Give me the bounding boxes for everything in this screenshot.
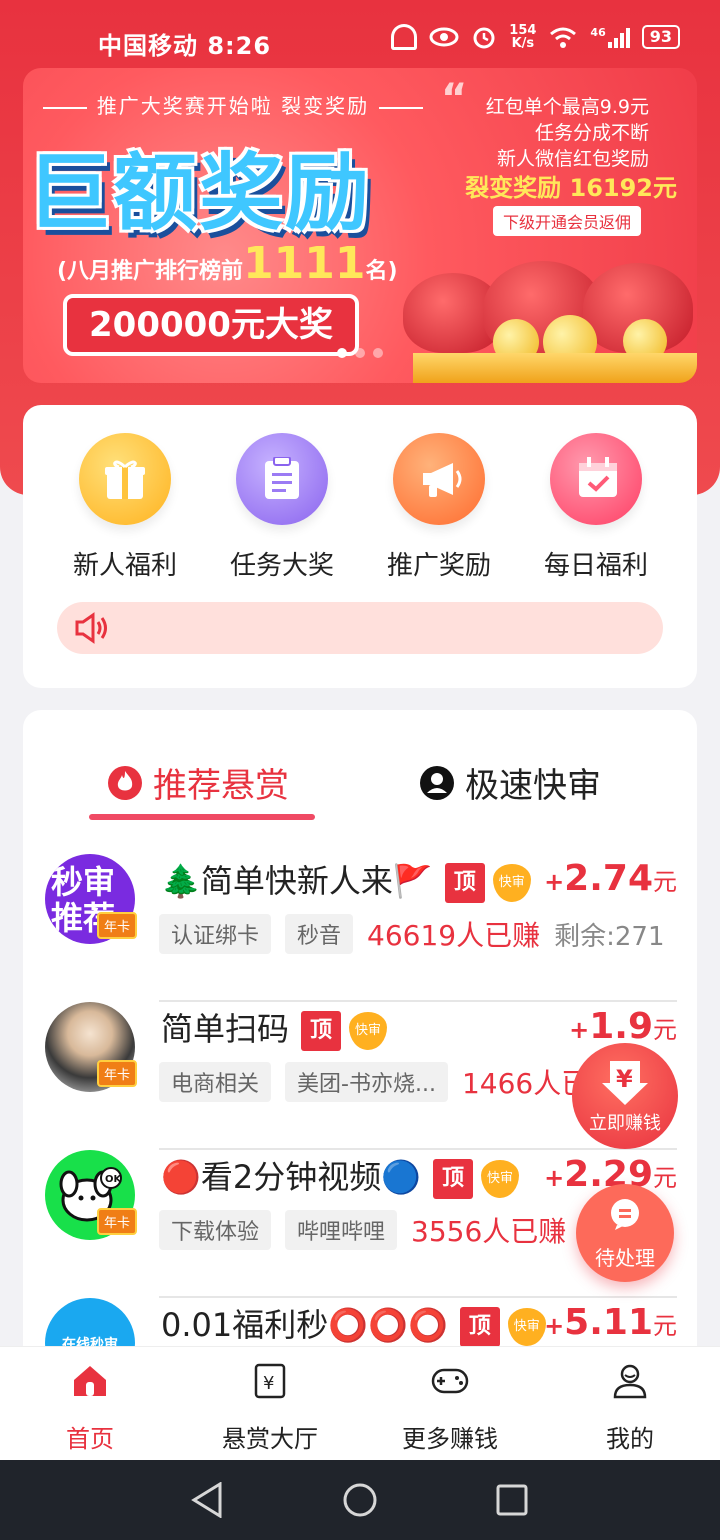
task-tags: 下载体验 哔哩哔哩 3556人已赚 bbox=[159, 1210, 566, 1250]
system-navigation-bar bbox=[0, 1460, 720, 1540]
svg-text:¥: ¥ bbox=[616, 1065, 633, 1093]
nav-bounty-hall[interactable]: ¥ 悬赏大厅 bbox=[180, 1359, 360, 1454]
gift-icon bbox=[79, 433, 171, 525]
home-icon bbox=[0, 1359, 180, 1403]
tab-fast-review[interactable]: 极速快审 bbox=[419, 758, 601, 807]
gold-stage bbox=[413, 353, 697, 383]
tab-recommended[interactable]: 推荐悬赏 bbox=[107, 758, 289, 807]
svg-text:OK: OK bbox=[105, 1174, 123, 1185]
carousel-dot[interactable] bbox=[373, 348, 383, 358]
net-type: 46 bbox=[590, 25, 606, 39]
banner-commission-button[interactable]: 下级开通会员返佣 bbox=[492, 206, 641, 236]
fast-review-tag: 快审 bbox=[507, 1308, 546, 1346]
task-title: 简单扫码顶快审 bbox=[161, 1004, 388, 1051]
carousel-dot[interactable] bbox=[337, 348, 347, 358]
bounty-hall-icon: ¥ bbox=[180, 1359, 360, 1403]
task-tags: 电商相关 美团-书亦烧... 1466人已赚 bbox=[159, 1062, 617, 1102]
battery-indicator: 93 bbox=[641, 25, 680, 49]
megaphone-icon bbox=[393, 433, 485, 525]
task-row[interactable]: 秒审推荐 年卡 🌲简单快新人来🚩 顶快审 +2.74元 认证绑卡 秒音 46619… bbox=[45, 854, 677, 1002]
speaker-icon bbox=[75, 612, 107, 644]
quick-menu-card: 新人福利 任务大奖 推广奖励 每日福利 bbox=[23, 405, 697, 688]
home-button-icon[interactable] bbox=[342, 1482, 378, 1518]
task-chip: 电商相关 bbox=[159, 1062, 272, 1102]
fast-review-tag: 快审 bbox=[492, 864, 531, 902]
quick-item-daily[interactable]: 每日福利 bbox=[536, 433, 656, 582]
task-chip: 认证绑卡 bbox=[159, 914, 272, 954]
promo-banner[interactable]: 推广大奖赛开始啦 裂变奖励 巨额奖励 (八月推广排行榜前1111名) 20000… bbox=[23, 68, 697, 383]
top-tag: 顶 bbox=[433, 1159, 474, 1199]
fast-review-tag: 快审 bbox=[481, 1160, 520, 1198]
notice-bar[interactable] bbox=[57, 602, 663, 654]
banner-line-1: 红包单个最高9.9元 bbox=[485, 96, 649, 118]
net-speed: 154 K/s bbox=[509, 23, 537, 51]
flame-icon bbox=[108, 765, 142, 800]
banner-highlight: 裂变奖励 16192元 bbox=[465, 174, 677, 202]
task-title: 🔴看2分钟视频🔵 顶快审 bbox=[161, 1152, 520, 1199]
banner-line-2: 任务分成不断 bbox=[534, 122, 649, 144]
task-earned-count: 46619人已赚 bbox=[367, 919, 541, 952]
task-chip: 美团-书亦烧... bbox=[285, 1062, 448, 1102]
banner-prize: 200000元大奖 bbox=[63, 294, 359, 356]
wifi-icon bbox=[550, 27, 577, 48]
profile-icon bbox=[540, 1359, 720, 1403]
quick-item-promotion[interactable]: 推广奖励 bbox=[379, 433, 499, 582]
recents-icon[interactable] bbox=[496, 1482, 528, 1518]
task-chip: 下载体验 bbox=[159, 1210, 272, 1250]
task-price: +1.9元 bbox=[569, 1006, 677, 1047]
task-earned-count: 3556人已赚 bbox=[411, 1215, 567, 1248]
gamepad-icon bbox=[360, 1359, 540, 1403]
task-tags: 认证绑卡 秒音 46619人已赚 剩余:271 bbox=[159, 914, 665, 954]
alarm-icon bbox=[473, 27, 495, 49]
carousel-dot[interactable] bbox=[355, 348, 365, 358]
top-tag: 顶 bbox=[459, 1307, 500, 1347]
year-card-badge: 年卡 bbox=[97, 912, 138, 939]
task-price: +2.74元 bbox=[544, 858, 677, 899]
task-title: 🌲简单快新人来🚩 顶快审 bbox=[161, 856, 531, 903]
status-icons: 154 K/s 46 93 bbox=[391, 24, 680, 50]
carrier-time: 中国移动 8:26 bbox=[98, 32, 272, 60]
clipboard-icon bbox=[236, 433, 328, 525]
top-tag: 顶 bbox=[301, 1011, 342, 1051]
quote-mark-icon: “ bbox=[441, 76, 468, 122]
bottom-navigation: 首页 ¥ 悬赏大厅 更多赚钱 我的 bbox=[0, 1346, 720, 1460]
task-chip: 哔哩哔哩 bbox=[285, 1210, 398, 1250]
year-card-badge: 年卡 bbox=[97, 1060, 138, 1087]
task-title: 0.01福利秒⭕⭕⭕ 顶快审 bbox=[161, 1300, 546, 1347]
eye-icon bbox=[429, 27, 459, 47]
speedometer-icon bbox=[391, 24, 418, 50]
nav-more-earnings[interactable]: 更多赚钱 bbox=[360, 1359, 540, 1454]
banner-rank: (八月推广排行榜前1111名) bbox=[57, 238, 398, 289]
pending-button[interactable]: 待处理 bbox=[576, 1184, 674, 1282]
status-bar: 中国移动 8:26 154 K/s 46 93 bbox=[0, 0, 720, 68]
calendar-check-icon bbox=[550, 433, 642, 525]
nav-home[interactable]: 首页 bbox=[0, 1359, 180, 1454]
yen-download-icon: ¥ bbox=[602, 1061, 648, 1105]
carousel-dots[interactable] bbox=[337, 348, 383, 358]
earn-now-button[interactable]: ¥ 立即赚钱 bbox=[572, 1043, 678, 1149]
quick-item-task-prize[interactable]: 任务大奖 bbox=[222, 433, 342, 582]
banner-headline: 巨额奖励 bbox=[27, 144, 372, 242]
back-icon[interactable] bbox=[190, 1482, 224, 1518]
user-circle-icon bbox=[420, 765, 454, 800]
fast-review-tag: 快审 bbox=[349, 1012, 388, 1050]
chat-bubble-icon bbox=[611, 1199, 639, 1230]
task-chip: 秒音 bbox=[285, 914, 354, 954]
svg-text:¥: ¥ bbox=[263, 1373, 274, 1394]
banner-line-3: 新人微信红包奖励 bbox=[496, 148, 649, 170]
signal-icon bbox=[607, 26, 630, 48]
quick-item-new-user[interactable]: 新人福利 bbox=[65, 433, 185, 582]
nav-profile[interactable]: 我的 bbox=[540, 1359, 720, 1454]
task-remaining: 剩余:271 bbox=[554, 921, 665, 952]
year-card-badge: 年卡 bbox=[97, 1208, 138, 1235]
tab-underline bbox=[89, 814, 315, 820]
task-price: +5.11元 bbox=[544, 1302, 677, 1343]
banner-tagline: 推广大奖赛开始啦 裂变奖励 bbox=[23, 90, 443, 119]
top-tag: 顶 bbox=[444, 863, 485, 903]
